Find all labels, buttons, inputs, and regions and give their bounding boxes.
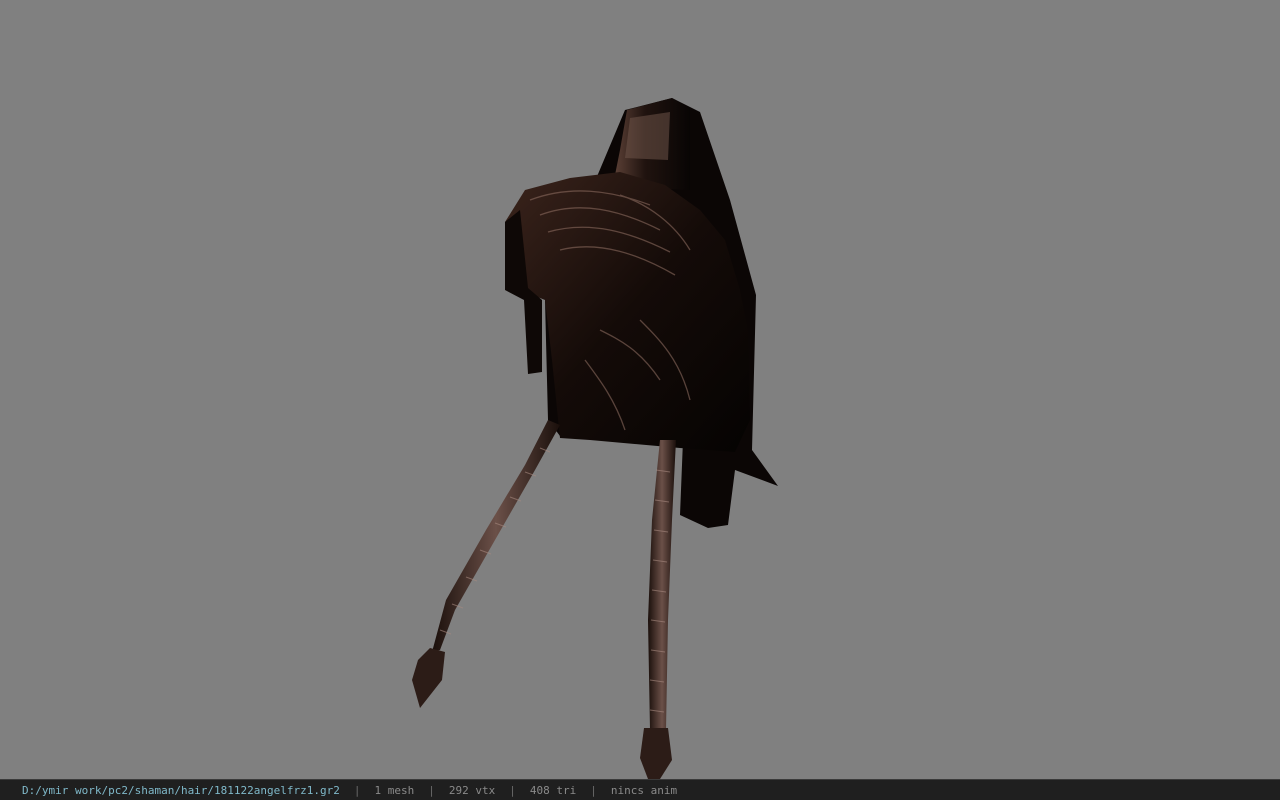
- hair-mesh-model[interactable]: [0, 0, 1280, 779]
- hair-right-braid-tip: [640, 728, 672, 779]
- file-path: D:/ymir work/pc2/shaman/hair/181122angel…: [22, 783, 340, 797]
- hair-left-braid-tip: [412, 648, 445, 708]
- status-separator: |: [509, 783, 516, 797]
- hair-right-braid: [648, 440, 676, 730]
- status-bar: D:/ymir work/pc2/shaman/hair/181122angel…: [0, 779, 1280, 800]
- braid-left-ridges: [439, 447, 551, 635]
- hair-knot-highlight: [625, 112, 670, 160]
- status-separator: |: [353, 783, 361, 797]
- model-viewport[interactable]: [0, 0, 1280, 779]
- triangle-count: 408 tri: [529, 783, 577, 797]
- mesh-count: 1 mesh: [374, 783, 415, 797]
- status-separator: |: [590, 783, 597, 797]
- hair-left-braid: [432, 420, 560, 652]
- animation-status: nincs anim: [610, 783, 678, 797]
- vertex-count: 292 vtx: [448, 783, 496, 797]
- status-separator: |: [428, 783, 435, 797]
